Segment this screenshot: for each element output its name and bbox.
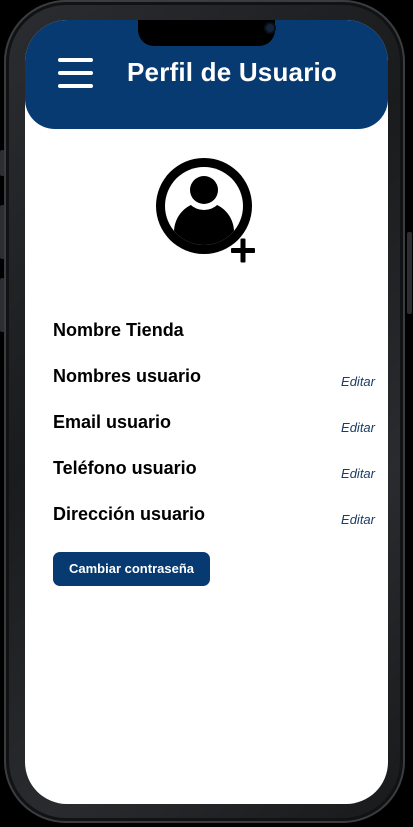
field-row-direccion-usuario: Dirección usuario Editar	[53, 504, 375, 530]
power-side-button	[407, 232, 412, 314]
edit-telefono-link[interactable]: Editar	[341, 466, 375, 481]
field-row-telefono-usuario: Teléfono usuario Editar	[53, 458, 375, 484]
field-label-email-usuario: Email usuario	[53, 412, 172, 432]
edit-email-link[interactable]: Editar	[341, 420, 375, 435]
field-label-telefono-usuario: Teléfono usuario	[53, 458, 197, 478]
edit-nombres-link[interactable]: Editar	[341, 374, 375, 389]
field-row-nombres-usuario: Nombres usuario Editar	[53, 366, 375, 392]
user-add-icon	[156, 158, 255, 263]
field-row-email-usuario: Email usuario Editar	[53, 412, 375, 438]
field-label-nombres-usuario: Nombres usuario	[53, 366, 202, 386]
field-label-direccion-usuario: Dirección usuario	[53, 504, 206, 524]
front-camera-icon	[266, 24, 274, 32]
phone-frame: Perfil de Usuario Nombre Tienda Nombres …	[4, 0, 405, 823]
field-row-nombre-tienda: Nombre Tienda	[53, 320, 375, 346]
hamburger-menu-icon[interactable]	[58, 57, 93, 89]
change-password-button[interactable]: Cambiar contraseña	[53, 552, 210, 586]
app-screen: Perfil de Usuario Nombre Tienda Nombres …	[25, 20, 388, 804]
field-label-nombre-tienda: Nombre Tienda	[53, 320, 184, 340]
avatar-upload-button[interactable]	[155, 158, 255, 264]
camera-notch	[138, 20, 275, 46]
edit-direccion-link[interactable]: Editar	[341, 512, 375, 527]
page-title: Perfil de Usuario	[127, 57, 338, 87]
